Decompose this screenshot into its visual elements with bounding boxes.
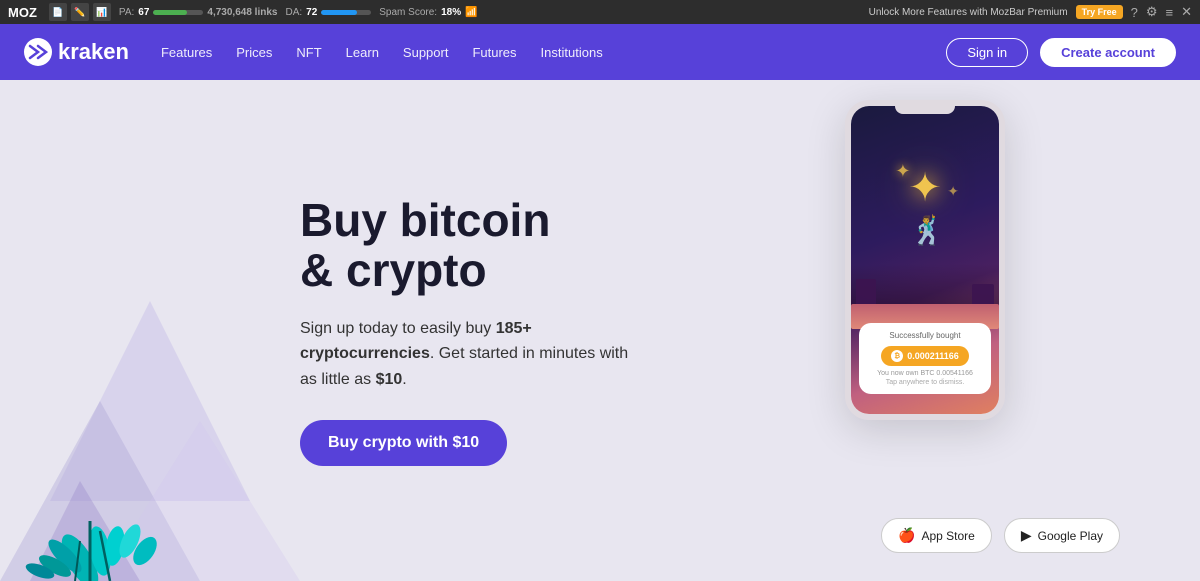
moz-right-section: Unlock More Features with MozBar Premium… [869, 4, 1192, 20]
buy-crypto-button[interactable]: Buy crypto with $10 [300, 420, 507, 466]
phone-mockup-area: ✦ ✦ ✦ 🕺 Successfully bought ₿ 0.00021116… [845, 100, 1020, 420]
figure-icon: 🕺 [910, 214, 945, 247]
hero-section: Buy bitcoin & crypto Sign up today to ea… [0, 80, 1200, 581]
hero-description: Sign up today to easily buy 185+ cryptoc… [300, 316, 640, 393]
phone-mockup: ✦ ✦ ✦ 🕺 Successfully bought ₿ 0.00021116… [845, 100, 1005, 420]
kraken-navbar: kraken Features Prices NFT Learn Support… [0, 24, 1200, 80]
moz-da-metric: DA: 72 [285, 7, 371, 18]
nav-links: Features Prices NFT Learn Support Future… [161, 45, 603, 60]
moz-pa-metric: PA: 67 4,730,648 links [119, 7, 278, 18]
moz-pa-bar [153, 10, 203, 15]
moz-logo: MOZ [8, 5, 37, 20]
moz-try-free-button[interactable]: Try Free [1076, 5, 1123, 19]
nav-prices[interactable]: Prices [236, 45, 272, 60]
moz-icon-chart[interactable]: 📊 [93, 3, 111, 21]
moz-menu-icon[interactable]: ≡ [1166, 5, 1174, 20]
phone-success-title: Successfully bought [869, 331, 981, 340]
kraken-logo[interactable]: kraken [24, 38, 129, 66]
nav-learn[interactable]: Learn [346, 45, 379, 60]
google-play-label: Google Play [1038, 529, 1103, 543]
btc-icon: ₿ [891, 350, 903, 362]
nav-support[interactable]: Support [403, 45, 449, 60]
moz-icon-page[interactable]: 📄 [49, 3, 67, 21]
phone-notch [895, 106, 955, 114]
store-buttons: 🍎 App Store ▶ Google Play [881, 518, 1120, 553]
hero-title: Buy bitcoin & crypto [300, 195, 640, 296]
phone-success-panel: Successfully bought ₿ 0.000211166 You no… [859, 323, 991, 395]
kraken-logo-text: kraken [58, 39, 129, 65]
create-account-button[interactable]: Create account [1040, 38, 1176, 67]
sparkle-icon: ✦ [895, 161, 910, 182]
moz-toolbar: MOZ 📄 ✏️ 📊 PA: 67 4,730,648 links DA: 72… [0, 0, 1200, 24]
moz-icon-edit[interactable]: ✏️ [71, 3, 89, 21]
moz-da-bar [321, 10, 371, 15]
nav-futures[interactable]: Futures [472, 45, 516, 60]
signin-button[interactable]: Sign in [946, 38, 1028, 67]
kraken-logo-icon [24, 38, 52, 66]
nav-right: Sign in Create account [946, 38, 1176, 67]
moz-unlock-text: Unlock More Features with MozBar Premium [869, 7, 1068, 18]
phone-success-amount: ₿ 0.000211166 [881, 346, 969, 366]
app-store-label: App Store [921, 529, 974, 543]
nav-institutions[interactable]: Institutions [541, 45, 603, 60]
app-store-button[interactable]: 🍎 App Store [881, 518, 992, 553]
phone-dismiss-text: Tap anywhere to dismiss. [869, 379, 981, 386]
moz-close-icon[interactable]: ✕ [1181, 4, 1192, 20]
phone-screen: ✦ ✦ ✦ 🕺 Successfully bought ₿ 0.00021116… [851, 106, 999, 414]
moz-help-icon[interactable]: ? [1131, 5, 1138, 20]
moz-spam-metric: Spam Score: 18% 📶 [379, 7, 477, 18]
nav-nft[interactable]: NFT [296, 45, 321, 60]
apple-icon: 🍎 [898, 527, 915, 544]
starburst-icon: ✦ [908, 168, 942, 208]
sparkle-small-icon: ✦ [947, 183, 959, 200]
play-icon: ▶ [1021, 527, 1032, 544]
phone-success-subtitle: You now own BTC 0.00541166 [869, 370, 981, 377]
phone-amount-value: 0.000211166 [907, 351, 959, 361]
moz-settings-icon[interactable]: ⚙ [1146, 4, 1158, 20]
google-play-button[interactable]: ▶ Google Play [1004, 518, 1120, 553]
hero-content: Buy bitcoin & crypto Sign up today to ea… [300, 195, 640, 467]
moz-icon-group: 📄 ✏️ 📊 [49, 3, 111, 21]
nav-features[interactable]: Features [161, 45, 212, 60]
hero-left-decoration [0, 101, 300, 581]
